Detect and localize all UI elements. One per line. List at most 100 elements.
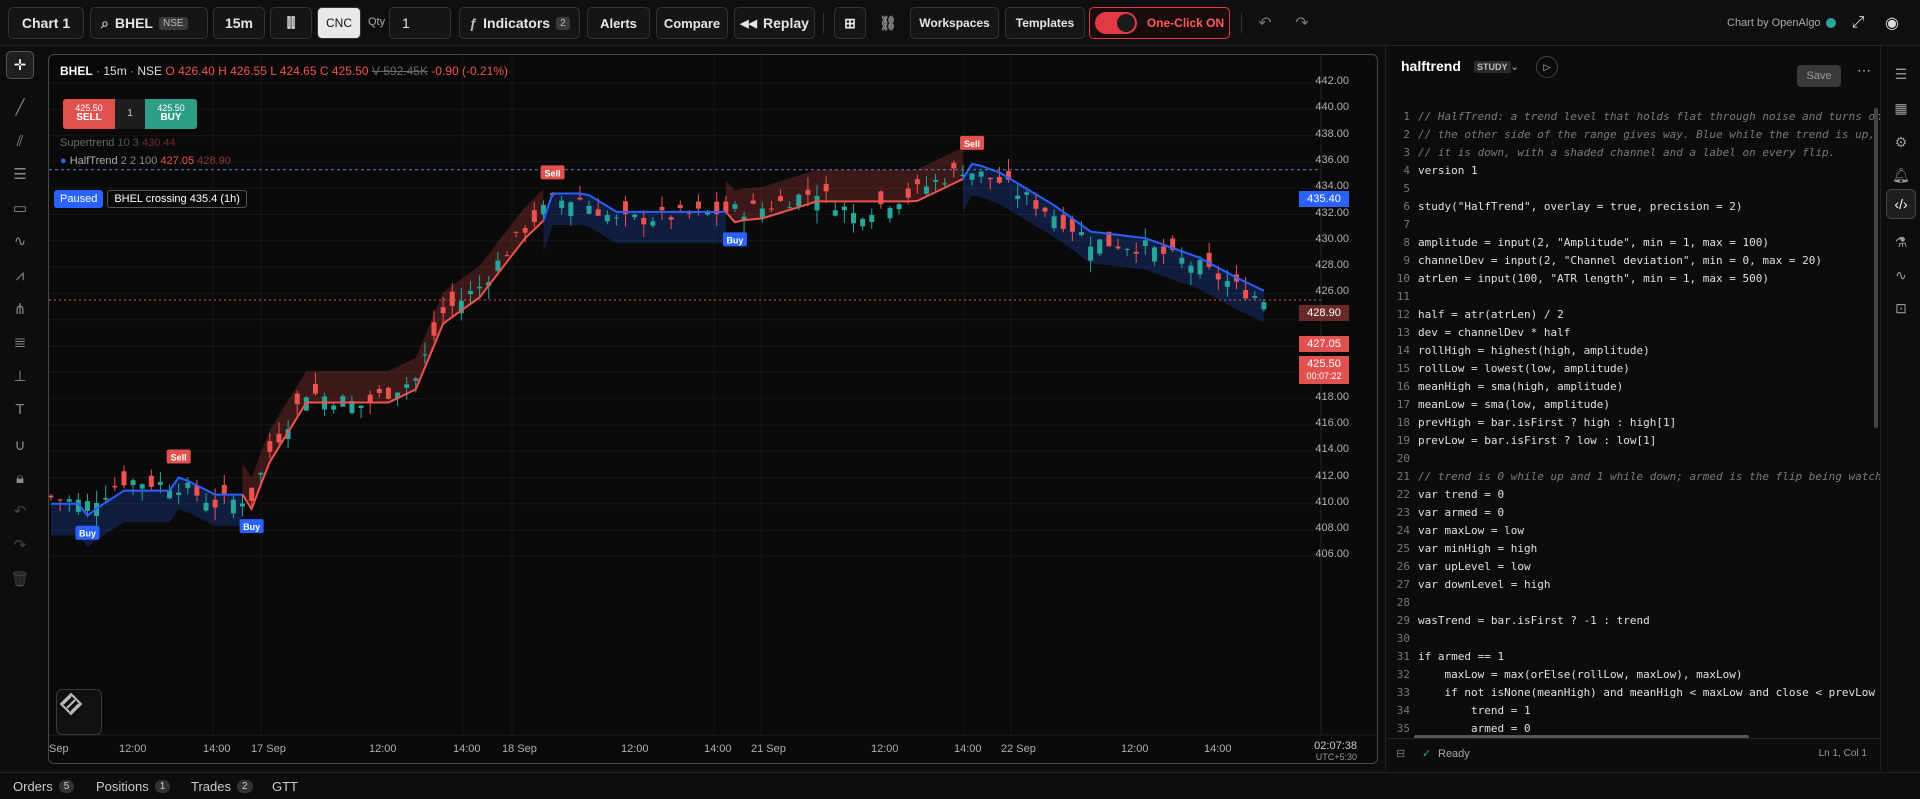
candle-body (513, 231, 519, 233)
line-number: 24 (1396, 524, 1410, 537)
alerts-button[interactable]: Alerts (587, 7, 650, 39)
candle-body (376, 388, 382, 393)
indicator-halftrend[interactable]: ● HalfTrend 2 2 100 427.05 428.90 (60, 155, 231, 167)
quick-sell-button[interactable]: 425.50 SELL (63, 99, 115, 129)
robot-icon[interactable]: ⊡ (1889, 296, 1913, 320)
more-icon[interactable]: ⋯ (1857, 62, 1871, 79)
tab-trades[interactable]: Trades 2 (191, 779, 253, 794)
flask-icon[interactable]: ⚗ (1889, 230, 1913, 254)
lock-icon[interactable]: 🔒︎ (6, 464, 34, 492)
alert-line-label[interactable]: Paused BHEL crossing 435.4 (1h) (54, 190, 247, 208)
trash-icon[interactable]: 🗑︎ (6, 565, 34, 593)
code-text: half = atr(atrLen) / 2 (1418, 308, 1564, 321)
candle-body (1224, 280, 1230, 287)
horizontal-lines-icon[interactable]: ☰ (6, 160, 34, 188)
candle-body (659, 206, 665, 211)
measure-icon[interactable]: ⊥ (6, 362, 34, 390)
product-toggle[interactable]: CNC (317, 7, 361, 39)
camera-icon[interactable]: ◉ (1882, 13, 1902, 33)
watchlist-icon[interactable]: ☰ (1889, 62, 1913, 86)
layout-button[interactable]: ⊞ (834, 7, 866, 39)
run-icon[interactable]: ▷ (1536, 56, 1558, 78)
undo-icon[interactable]: ↶ (1255, 13, 1275, 33)
vertical-scrollbar[interactable] (1874, 108, 1878, 428)
script-title[interactable]: halftrend (1401, 58, 1461, 74)
candle-body (1179, 257, 1185, 264)
signal-text: Buy (726, 235, 743, 245)
undo-icon[interactable]: ↶ (6, 497, 34, 525)
settings-icon[interactable]: ⚙ (1889, 130, 1913, 154)
code-icon[interactable]: ‹/› (1886, 189, 1916, 219)
code-area[interactable]: 1 // HalfTrend: a trend level that holds … (1386, 108, 1881, 738)
candle-body (768, 208, 774, 210)
last-price: 425.50 (1307, 358, 1341, 370)
candle-body (1151, 247, 1157, 262)
code-text: amplitude = input(2, "Amplitude", min = … (1418, 236, 1769, 249)
workspaces-button[interactable]: Workspaces (910, 7, 999, 39)
pulse-icon[interactable]: ∿ (1889, 263, 1913, 287)
rectangle-icon[interactable]: ▭ (6, 194, 34, 222)
code-text: var upLevel = low (1418, 560, 1531, 573)
templates-button[interactable]: Templates (1005, 7, 1085, 39)
price-tick-label: 428.00 (1315, 259, 1349, 272)
candle-body (887, 207, 893, 219)
line-number: 34 (1396, 704, 1410, 717)
qty-input[interactable]: 1 (389, 7, 451, 39)
quick-buy-button[interactable]: 425.50 BUY (145, 99, 197, 129)
trendline-icon[interactable]: ╱ (6, 93, 34, 121)
time-tick-label: 12:00 (871, 743, 899, 755)
candle-body (130, 480, 136, 486)
curve-icon[interactable]: ∿ (6, 227, 34, 255)
tab-orders[interactable]: Orders 5 (13, 779, 75, 794)
redo-icon[interactable]: ↷ (1292, 13, 1312, 33)
crosshair-icon[interactable]: ✛ (6, 51, 34, 79)
chevron-down-icon[interactable]: ⌄ (1510, 60, 1519, 73)
code-line: 23 var armed = 0 (1386, 504, 1881, 522)
price-chart[interactable]: Buy Sell Buy Sell Buy Sell (49, 55, 1378, 764)
line-number: 18 (1396, 416, 1410, 429)
save-button[interactable]: Save (1797, 65, 1841, 87)
panel-icon[interactable]: ⊟ (1396, 747, 1405, 760)
chart-type-button[interactable]: ⫿⫿ (270, 7, 312, 39)
magnet-icon[interactable]: ∪ (6, 431, 34, 459)
one-click-toggle[interactable]: One-Click ON (1089, 7, 1230, 39)
candle-body (66, 499, 72, 502)
bell-icon[interactable]: 🔔︎ (1889, 163, 1913, 187)
tab-gtt[interactable]: GTT (272, 779, 298, 794)
candle-body (413, 378, 419, 381)
pattern-icon[interactable]: ⩘ (6, 261, 34, 289)
fullscreen-icon[interactable]: ⤢ (1848, 13, 1868, 33)
chart-pane[interactable]: Buy Sell Buy Sell Buy Sell BHEL · 15m · NSE O… (48, 54, 1378, 764)
price-tick-label: 406.00 (1315, 548, 1349, 561)
indicator-supertrend[interactable]: Supertrend 10 3 430.44 (60, 137, 176, 149)
indicators-button[interactable]: ƒ Indicators 2 (459, 7, 580, 39)
candle-body (367, 394, 373, 402)
parallel-lines-icon[interactable]: ⫽ (6, 127, 34, 155)
layers-icon[interactable]: ≣ (6, 328, 34, 356)
quick-qty[interactable]: 1 (115, 99, 145, 129)
price-tick-label: 438.00 (1315, 127, 1349, 140)
tab-positions[interactable]: Positions 1 (96, 779, 171, 794)
function-icon: ƒ (469, 15, 478, 31)
compare-button[interactable]: Compare (656, 7, 728, 39)
calendar-icon[interactable]: ▦ (1889, 96, 1913, 120)
tab-count: 1 (154, 780, 171, 793)
symbol-search[interactable]: ⌕ BHEL NSE (90, 7, 208, 39)
time-tick-label: 17 Sep (251, 743, 286, 755)
text-icon[interactable]: T (6, 395, 34, 423)
replay-button[interactable]: ◀◀ Replay (734, 7, 815, 39)
code-line: 15 rollLow = lowest(low, amplitude) (1386, 360, 1881, 378)
code-line: 4 version 1 (1386, 162, 1881, 180)
redo-icon[interactable]: ↷ (6, 531, 34, 559)
pitchfork-icon[interactable]: ⋔ (6, 295, 34, 323)
interval-button[interactable]: 15m (213, 7, 265, 39)
line-number: 27 (1396, 578, 1410, 591)
tab-label: Orders (13, 779, 53, 794)
price-tick-label: 440.00 (1315, 101, 1349, 114)
editor-header: halftrend STUDY ⌄ ▷ Save ⋯ (1386, 46, 1881, 87)
legend-o-label: O (165, 64, 175, 78)
link-button[interactable]: ⛓ (872, 7, 904, 39)
candle-body (1215, 273, 1221, 280)
legend-high: 426.55 (230, 64, 267, 78)
chart-tab[interactable]: Chart 1 (8, 7, 84, 39)
